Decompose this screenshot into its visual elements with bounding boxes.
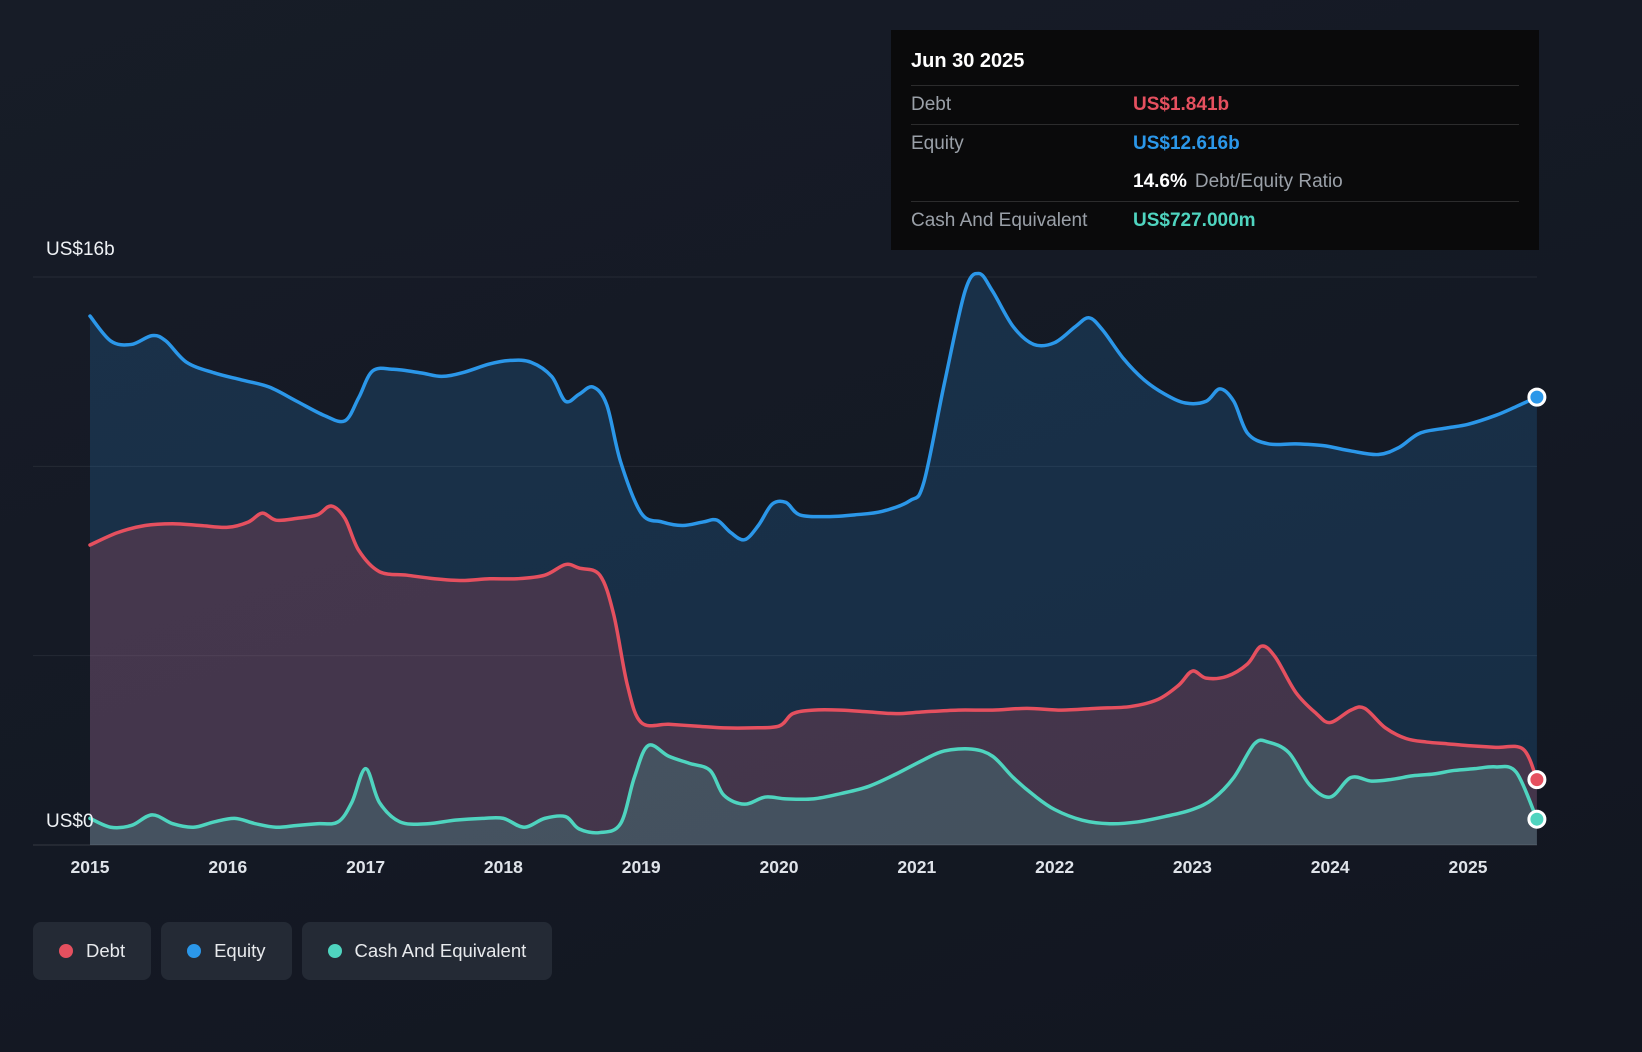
tooltip-equity-label: Equity bbox=[911, 133, 964, 154]
tooltip-row-debt: Debt US$1.841b bbox=[911, 86, 1519, 125]
tooltip-row-ratio: 14.6% Debt/Equity Ratio bbox=[911, 163, 1519, 202]
chart-legend: Debt Equity Cash And Equivalent bbox=[33, 922, 553, 980]
equity-end-marker bbox=[1527, 387, 1547, 407]
equity-dot-icon bbox=[187, 944, 202, 958]
x-tick-label-2023: 2023 bbox=[1172, 857, 1212, 877]
legend-cash-label: Cash And Equivalent bbox=[354, 940, 527, 961]
x-tick-label-2022: 2022 bbox=[1035, 857, 1075, 877]
x-tick-label-2025: 2025 bbox=[1448, 857, 1488, 877]
legend-item-cash[interactable]: Cash And Equivalent bbox=[301, 922, 553, 980]
tooltip-cash-label: Cash And Equivalent bbox=[911, 210, 1088, 231]
tooltip-debt-label: Debt bbox=[911, 94, 952, 115]
tooltip-row-equity: Equity US$12.616b bbox=[911, 125, 1519, 163]
legend-item-equity[interactable]: Equity bbox=[161, 922, 292, 980]
legend-item-debt[interactable]: Debt bbox=[33, 922, 152, 980]
x-tick-label-2021: 2021 bbox=[897, 857, 937, 877]
x-tick-label-2016: 2016 bbox=[208, 857, 248, 877]
tooltip-cash-value: US$727.000m bbox=[1133, 210, 1256, 231]
y-axis-label-bottom: US$0 bbox=[46, 811, 94, 832]
x-tick-label-2015: 2015 bbox=[70, 857, 110, 877]
legend-debt-label: Debt bbox=[86, 940, 126, 961]
x-tick-label-2024: 2024 bbox=[1310, 857, 1350, 877]
x-tick-label-2019: 2019 bbox=[621, 857, 661, 877]
y-axis-label-top: US$16b bbox=[46, 239, 115, 260]
cash-dot-icon bbox=[327, 944, 342, 958]
x-tick-label-2018: 2018 bbox=[483, 857, 523, 877]
tooltip-row-cash: Cash And Equivalent US$727.000m bbox=[911, 202, 1519, 240]
chart-page: US$16b US$0 2015 2016 2017 2018 2019 2020 2021… bbox=[0, 0, 1642, 1052]
tooltip-equity-value: US$12.616b bbox=[1133, 133, 1240, 154]
tooltip-ratio-value: 14.6% bbox=[1133, 171, 1187, 192]
debt-end-marker bbox=[1527, 770, 1547, 790]
cash-and-equivalent-end-marker bbox=[1527, 809, 1547, 829]
x-tick-label-2020: 2020 bbox=[759, 857, 799, 877]
x-tick-label-2017: 2017 bbox=[346, 857, 386, 877]
tooltip-ratio-label: Debt/Equity Ratio bbox=[1194, 171, 1343, 192]
legend-equity-label: Equity bbox=[214, 940, 266, 961]
debt-dot-icon bbox=[59, 944, 73, 958]
chart-tooltip: Jun 30 2025 Debt US$1.841b Equity US$12.… bbox=[891, 30, 1539, 250]
tooltip-date: Jun 30 2025 bbox=[911, 44, 1519, 86]
tooltip-debt-value: US$1.841b bbox=[1133, 94, 1230, 115]
